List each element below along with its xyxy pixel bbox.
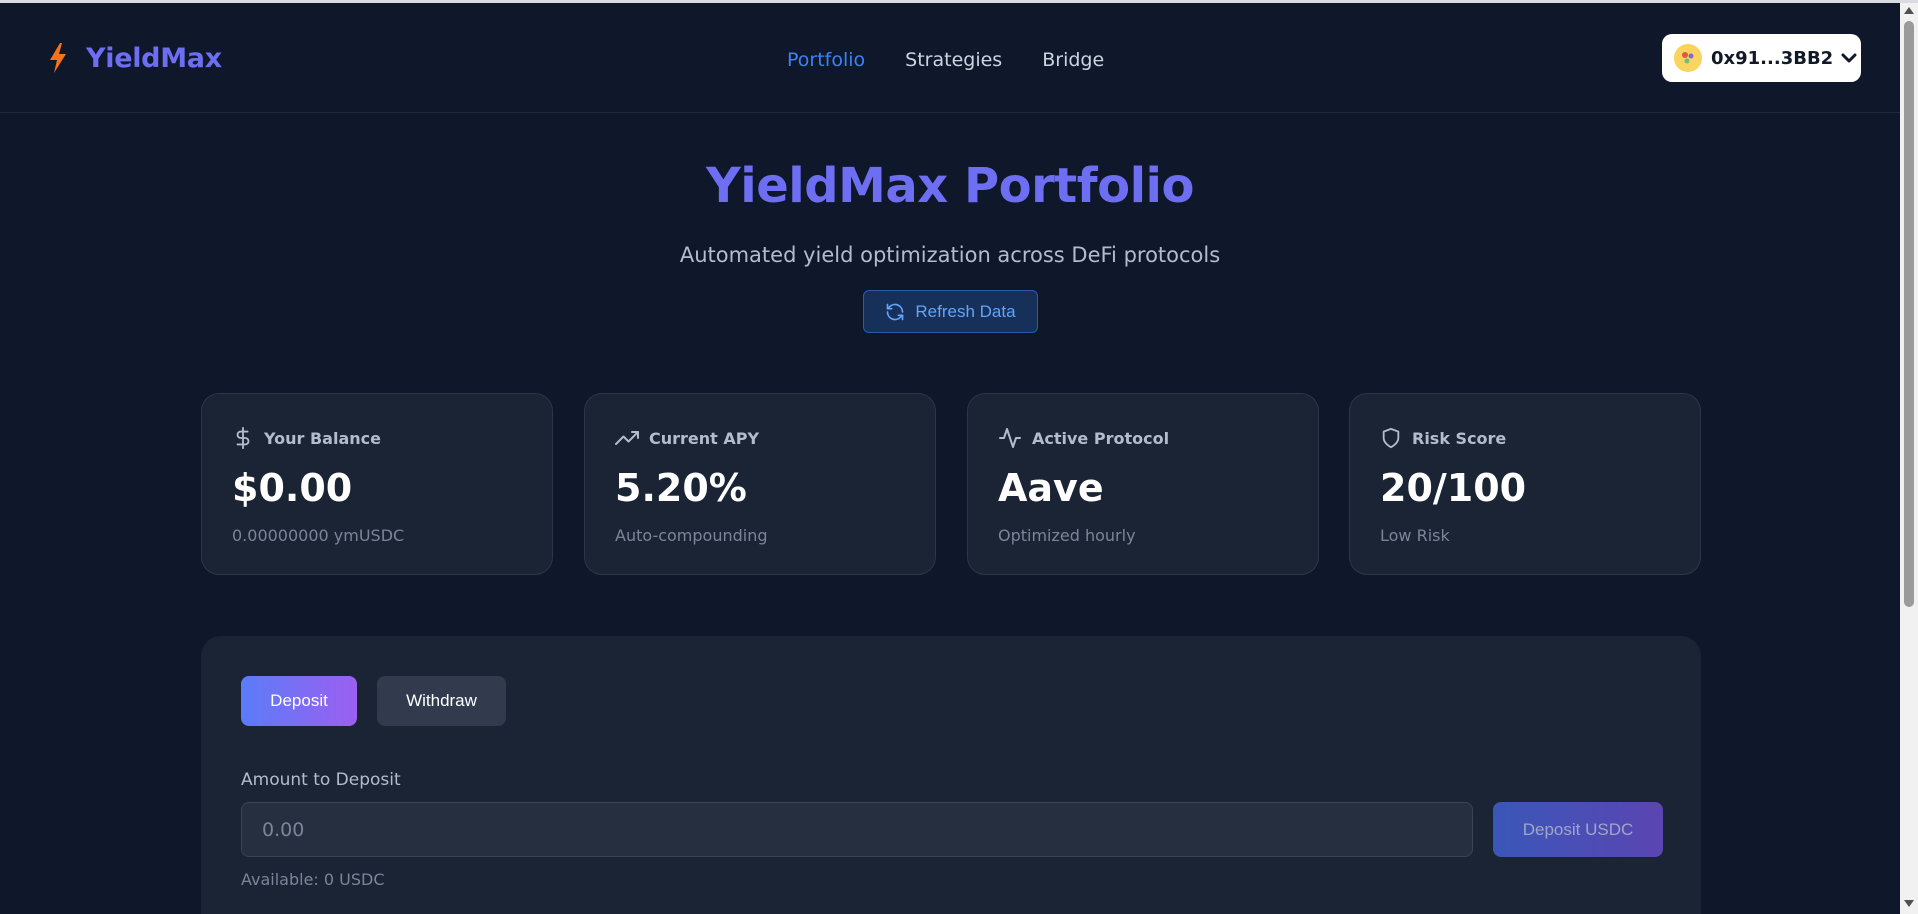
- stat-sub: 0.00000000 ymUSDC: [232, 526, 405, 545]
- main-nav: Portfolio Strategies Bridge: [787, 49, 1144, 71]
- lightning-bolt-icon: [50, 43, 66, 73]
- chevron-down-icon: [1841, 53, 1857, 63]
- trending-up-icon: [615, 431, 639, 445]
- page-scrollbar[interactable]: [1900, 3, 1918, 914]
- action-panel: Deposit Withdraw Amount to Deposit Depos…: [201, 636, 1701, 914]
- deposit-usdc-button[interactable]: Deposit USDC: [1493, 802, 1663, 857]
- wallet-avatar-icon: [1674, 44, 1702, 72]
- stat-label: Your Balance: [264, 428, 381, 448]
- tab-deposit[interactable]: Deposit: [241, 676, 357, 726]
- available-balance: Available: 0 USDC: [241, 870, 385, 889]
- stat-value: $0.00: [232, 466, 353, 510]
- refresh-icon: [887, 303, 904, 320]
- dollar-icon: [236, 427, 250, 449]
- stat-label: Active Protocol: [1032, 428, 1170, 448]
- stat-label: Risk Score: [1412, 428, 1507, 448]
- scroll-up-arrow-icon[interactable]: [1904, 7, 1914, 14]
- page: YieldMax Portfolio Strategies Bridge 0x9…: [0, 3, 1900, 914]
- app-name: YieldMax: [86, 42, 222, 74]
- amount-label: Amount to Deposit: [241, 770, 401, 790]
- stat-sub: Low Risk: [1380, 526, 1450, 545]
- stat-sub: Auto-compounding: [615, 526, 768, 545]
- stat-card-protocol: Active Protocol Aave Optimized hourly: [967, 393, 1319, 575]
- stat-card-balance: Your Balance $0.00 0.00000000 ymUSDC: [201, 393, 553, 575]
- logo[interactable]: YieldMax: [44, 41, 222, 75]
- refresh-label: Refresh Data: [915, 301, 1016, 321]
- wallet-button[interactable]: 0x91...3BB2: [1662, 34, 1861, 82]
- stat-card-apy: Current APY 5.20% Auto-compounding: [584, 393, 936, 575]
- amount-input[interactable]: [241, 802, 1473, 857]
- wallet-address: 0x91...3BB2: [1711, 47, 1834, 69]
- refresh-data-button[interactable]: Refresh Data: [863, 290, 1038, 333]
- scroll-down-arrow-icon[interactable]: [1904, 900, 1914, 907]
- page-subtitle: Automated yield optimization across DeFi…: [679, 243, 1221, 267]
- page-title: YieldMax Portfolio: [706, 158, 1194, 214]
- nav-portfolio[interactable]: Portfolio: [787, 49, 865, 71]
- nav-bridge[interactable]: Bridge: [1042, 49, 1104, 71]
- stat-card-risk: Risk Score 20/100 Low Risk: [1349, 393, 1701, 575]
- tab-withdraw[interactable]: Withdraw: [377, 676, 506, 726]
- stat-value: 5.20%: [615, 466, 747, 510]
- stat-sub: Optimized hourly: [998, 526, 1136, 545]
- nav-strategies[interactable]: Strategies: [905, 49, 1002, 71]
- stat-value: 20/100: [1380, 466, 1527, 510]
- header: YieldMax Portfolio Strategies Bridge 0x9…: [0, 3, 1900, 113]
- stat-label: Current APY: [649, 428, 760, 448]
- scrollbar-thumb[interactable]: [1904, 21, 1914, 607]
- activity-icon: [999, 428, 1021, 448]
- shield-icon: [1382, 427, 1400, 449]
- stat-value: Aave: [998, 466, 1104, 510]
